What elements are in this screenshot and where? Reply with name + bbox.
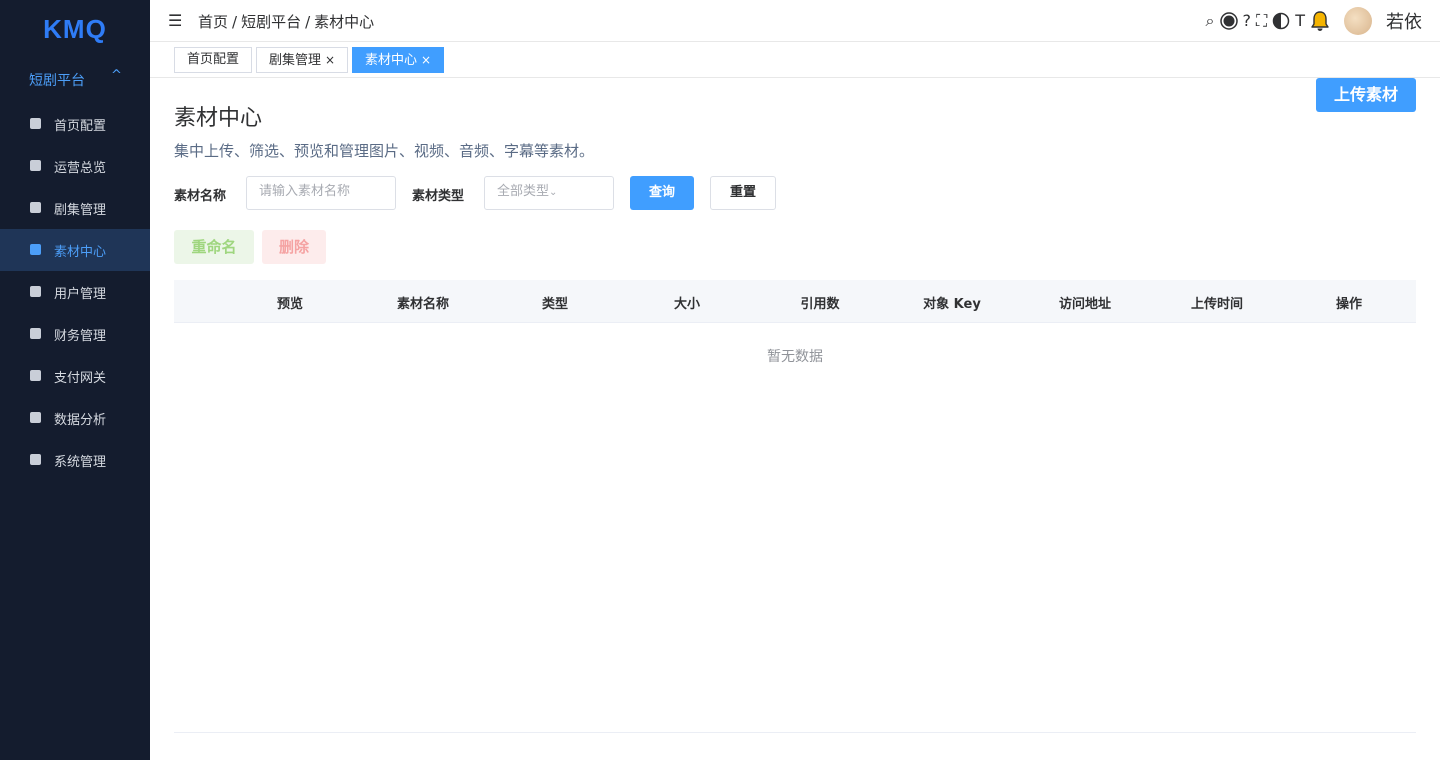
search-icon[interactable]: ⌕ [1206, 6, 1215, 36]
tag-label: 首页配置 [187, 52, 240, 67]
main-area: ☰ 首页 / 短剧平台 / 素材中心 ⌕ ? ⛶ T 若依 首页配置 剧集管理 … [150, 0, 1440, 760]
table-bottom-divider [174, 732, 1416, 733]
page-title: 素材中心 [174, 106, 263, 131]
bell-icon[interactable] [1310, 10, 1330, 32]
theme-toggle-icon[interactable] [1272, 12, 1290, 30]
sidebar-item-label: 运营总览 [54, 161, 107, 176]
breadcrumb-home[interactable]: 首页 [198, 13, 228, 31]
sidebar-group-label: 短剧平台 [29, 73, 85, 89]
asset-name-input[interactable]: 请输入素材名称 [246, 176, 396, 210]
sidebar-item-user-management[interactable]: 用户管理 [0, 271, 150, 313]
close-icon[interactable]: × [421, 53, 431, 67]
asset-name-label: 素材名称 [174, 189, 227, 204]
menu-square-icon [30, 370, 41, 381]
page-content: 上传素材 素材中心 集中上传、筛选、预览和管理图片、视频、音频、字幕等素材。 素… [174, 78, 1416, 760]
sidebar-group-short-drama[interactable]: 短剧平台 ^ [0, 64, 150, 96]
search-form: 素材名称 请输入素材名称 素材类型 全部类型⌄ 查询 重置 [174, 176, 974, 210]
sidebar-item-finance-management[interactable]: 财务管理 [0, 313, 150, 355]
sidebar-item-label: 系统管理 [54, 455, 107, 470]
rename-button[interactable]: 重命名 [174, 230, 254, 264]
sidebar-item-operations-overview[interactable]: 运营总览 [0, 145, 150, 187]
help-icon[interactable]: ? [1243, 6, 1252, 36]
upload-asset-button[interactable]: 上传素材 [1316, 78, 1416, 112]
sidebar-item-label: 支付网关 [54, 371, 107, 386]
avatar[interactable] [1344, 7, 1372, 35]
hamburger-icon[interactable]: ☰ [168, 11, 182, 30]
asset-type-value: 全部类型⌄ [497, 184, 558, 199]
empty-data-text: 暂无数据 [767, 349, 823, 365]
breadcrumb-current: 素材中心 [314, 13, 375, 31]
breadcrumb-separator: / [232, 13, 238, 31]
chevron-down-icon: ⌄ [549, 187, 558, 198]
asset-type-select[interactable]: 全部类型⌄ [484, 176, 614, 210]
github-icon[interactable] [1219, 12, 1238, 30]
menu-square-icon [30, 454, 41, 465]
reset-button[interactable]: 重置 [710, 176, 776, 210]
menu-square-icon [30, 202, 41, 213]
sidebar-item-label: 数据分析 [54, 413, 107, 428]
tag-home-config[interactable]: 首页配置 [174, 47, 253, 73]
query-button[interactable]: 查询 [630, 176, 694, 210]
navbar-tools: ⌕ ? ⛶ T 若依 [1201, 6, 1422, 36]
tag-label: 剧集管理 [269, 53, 322, 68]
column-header-ref-count: 引用数 [800, 297, 840, 312]
fullscreen-icon[interactable]: ⛶ [1256, 6, 1267, 36]
sidebar-item-data-analysis[interactable]: 数据分析 [0, 397, 150, 439]
close-icon[interactable]: × [325, 53, 335, 67]
table-header: 预览 素材名称 类型 大小 引用数 对象 Key 访问地址 上传时间 操作 [174, 280, 1416, 323]
sidebar-item-series-management[interactable]: 剧集管理 [0, 187, 150, 229]
asset-name-placeholder: 请输入素材名称 [259, 184, 351, 199]
font-size-icon[interactable]: T [1295, 6, 1305, 36]
sidebar-item-label: 用户管理 [54, 287, 107, 302]
menu-square-icon [30, 160, 41, 171]
column-header-size: 大小 [673, 297, 700, 312]
column-header-url: 访问地址 [1058, 297, 1111, 312]
sidebar-item-payment-gateway[interactable]: 支付网关 [0, 355, 150, 397]
menu-square-icon [30, 244, 41, 255]
sidebar-menu: 首页配置 运营总览 剧集管理 素材中心 用户管理 财务管理 支付网关 数据分析 [0, 103, 150, 481]
menu-square-icon [30, 286, 41, 297]
page-description: 集中上传、筛选、预览和管理图片、视频、音频、字幕等素材。 [174, 142, 595, 160]
column-header-actions: 操作 [1335, 297, 1362, 312]
username[interactable]: 若依 [1386, 8, 1422, 34]
tag-label: 素材中心 [365, 53, 418, 68]
top-navbar: ☰ 首页 / 短剧平台 / 素材中心 ⌕ ? ⛶ T 若依 [150, 0, 1440, 42]
sidebar-item-label: 首页配置 [54, 119, 107, 134]
column-header-object-key: 对象 Key [923, 297, 981, 312]
sidebar-item-label: 剧集管理 [54, 203, 107, 218]
column-header-upload-time: 上传时间 [1190, 297, 1243, 312]
column-header-preview: 预览 [276, 297, 303, 312]
delete-button[interactable]: 删除 [262, 230, 326, 264]
sidebar-item-system-management[interactable]: 系统管理 [0, 439, 150, 481]
tag-series-management[interactable]: 剧集管理 × [256, 47, 349, 73]
tags-view: 首页配置 剧集管理 × 素材中心 × [150, 42, 1440, 78]
asset-type-label: 素材类型 [412, 189, 465, 204]
chevron-up-icon: ^ [111, 68, 122, 83]
menu-square-icon [30, 328, 41, 339]
column-header-type: 类型 [541, 297, 568, 312]
breadcrumb: 首页 / 短剧平台 / 素材中心 [198, 11, 374, 32]
sidebar-item-label: 财务管理 [54, 329, 107, 344]
sidebar-item-home-config[interactable]: 首页配置 [0, 103, 150, 145]
tag-asset-center[interactable]: 素材中心 × [352, 47, 445, 73]
logo: KMQ [43, 14, 107, 44]
menu-square-icon [30, 412, 41, 423]
menu-square-icon [30, 118, 41, 129]
breadcrumb-separator: / [305, 13, 311, 31]
sidebar: KMQ 短剧平台 ^ 首页配置 运营总览 剧集管理 素材中心 用户管理 财务管理 [0, 0, 150, 760]
breadcrumb-short-drama[interactable]: 短剧平台 [241, 13, 301, 31]
sidebar-item-label: 素材中心 [54, 245, 107, 260]
column-header-name: 素材名称 [396, 297, 449, 312]
sidebar-item-asset-center[interactable]: 素材中心 [0, 229, 150, 271]
